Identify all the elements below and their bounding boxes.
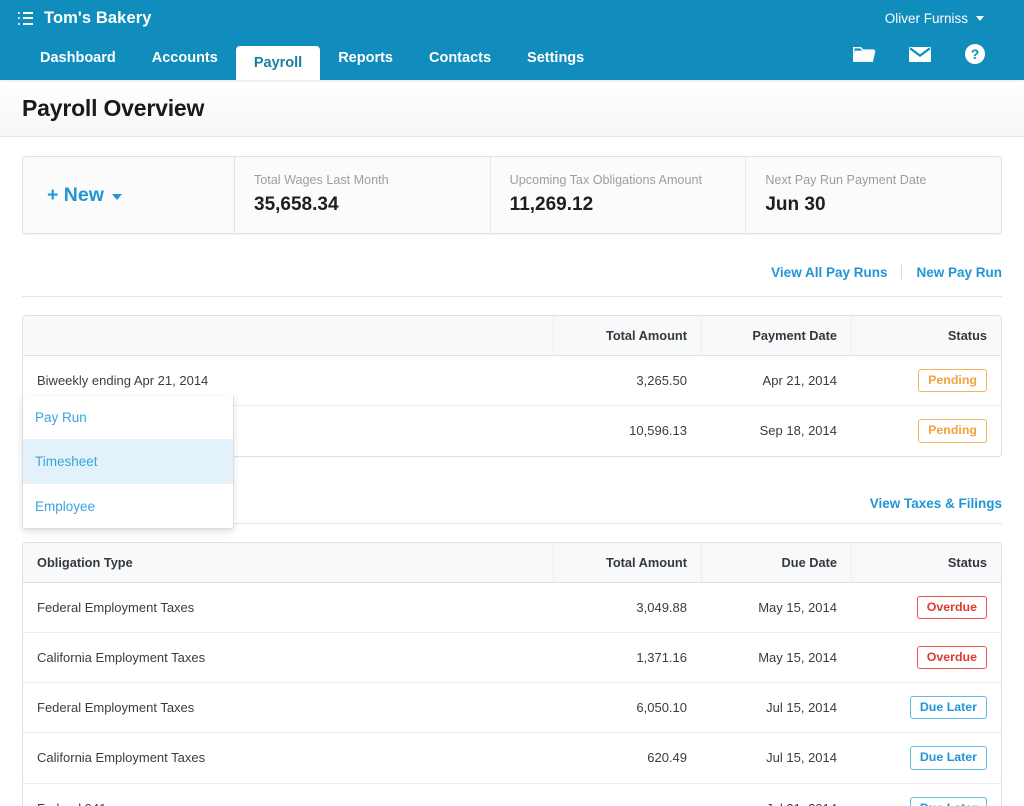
taxes-table: Obligation Type Total Amount Due Date St… (22, 542, 1002, 806)
table-row[interactable]: Federal Employment Taxes 6,050.10 Jul 15… (23, 683, 1001, 733)
cell-amount (553, 784, 701, 806)
cell-amount: 1,371.16 (553, 633, 701, 683)
link-separator (901, 265, 902, 279)
cell-status: Overdue (851, 583, 1001, 633)
status-badge: Overdue (917, 646, 987, 669)
new-button-label: + New (47, 184, 104, 207)
status-badge: Overdue (917, 596, 987, 619)
dropdown-item-timesheet[interactable]: Timesheet (23, 440, 233, 484)
cell-date: May 15, 2014 (701, 583, 851, 633)
pay-runs-links: View All Pay Runs New Pay Run (22, 256, 1002, 288)
cell-date: Jul 31, 2014 (701, 784, 851, 806)
page-title: Payroll Overview (22, 95, 204, 122)
status-badge: Due Later (910, 696, 987, 719)
cell-amount: 6,050.10 (553, 683, 701, 733)
cell-name: Federal Employment Taxes (23, 583, 553, 633)
cell-name: Federal 941 (23, 784, 553, 806)
cell-status: Overdue (851, 633, 1001, 683)
tab-settings[interactable]: Settings (509, 36, 602, 80)
dropdown-item-employee[interactable]: Employee (23, 484, 233, 528)
cell-name: California Employment Taxes (23, 733, 553, 783)
taxes-table-head: Obligation Type Total Amount Due Date St… (23, 543, 1001, 583)
nav-bar: Dashboard Accounts Payroll Reports Conta… (0, 36, 1024, 80)
stat-value: 35,658.34 (254, 194, 490, 216)
col-header-amount[interactable]: Total Amount (553, 543, 701, 583)
tab-dashboard[interactable]: Dashboard (22, 36, 134, 80)
user-menu[interactable]: Oliver Furniss (885, 11, 1006, 26)
cell-status: Due Later (851, 733, 1001, 783)
stat-label: Upcoming Tax Obligations Amount (510, 173, 746, 187)
cell-date: Apr 21, 2014 (701, 356, 851, 406)
new-button-label-group: + New (47, 184, 122, 207)
cell-date: Sep 18, 2014 (701, 406, 851, 455)
brand-name: Tom's Bakery (44, 9, 152, 28)
table-header-row: Total Amount Payment Date Status (23, 316, 1001, 356)
view-taxes-filings-link[interactable]: View Taxes & Filings (870, 496, 1002, 511)
col-header-obligation-type[interactable]: Obligation Type (23, 543, 553, 583)
col-header-amount[interactable]: Total Amount (553, 316, 701, 356)
cell-name: California Employment Taxes (23, 633, 553, 683)
stat-next-pay-run: Next Pay Run Payment Date Jun 30 (746, 157, 1001, 233)
chevron-down-icon (976, 16, 984, 21)
stat-label: Next Pay Run Payment Date (765, 173, 1001, 187)
stat-upcoming-tax: Upcoming Tax Obligations Amount 11,269.1… (491, 157, 747, 233)
tab-reports[interactable]: Reports (320, 36, 411, 80)
table-row[interactable]: Federal Employment Taxes 3,049.88 May 15… (23, 583, 1001, 633)
table-header-row: Obligation Type Total Amount Due Date St… (23, 543, 1001, 583)
table-row[interactable]: California Employment Taxes 1,371.16 May… (23, 633, 1001, 683)
tab-contacts[interactable]: Contacts (411, 36, 509, 80)
cell-amount: 10,596.13 (553, 406, 701, 455)
status-badge: Due Later (910, 746, 987, 769)
cell-status: Pending (851, 356, 1001, 406)
col-header-status[interactable]: Status (851, 543, 1001, 583)
pay-runs-table-head: Total Amount Payment Date Status (23, 316, 1001, 356)
stat-value: Jun 30 (765, 194, 1001, 216)
dropdown-item-pay-run[interactable]: Pay Run (23, 396, 233, 440)
folder-icon[interactable] (852, 44, 876, 64)
chevron-down-icon (112, 194, 122, 200)
mail-icon[interactable] (908, 45, 932, 63)
cell-status: Due Later (851, 784, 1001, 806)
status-badge: Due Later (910, 797, 987, 806)
tab-payroll[interactable]: Payroll (236, 46, 320, 80)
cell-name: Federal Employment Taxes (23, 683, 553, 733)
top-bar: Tom's Bakery Oliver Furniss (0, 0, 1024, 36)
cell-date: May 15, 2014 (701, 633, 851, 683)
taxes-table-body: Federal Employment Taxes 3,049.88 May 15… (23, 583, 1001, 806)
help-icon[interactable]: ? (964, 43, 986, 65)
col-header-status[interactable]: Status (851, 316, 1001, 356)
col-header-date[interactable]: Payment Date (701, 316, 851, 356)
status-badge: Pending (918, 369, 987, 392)
summary-strip: + New Total Wages Last Month 35,658.34 U… (22, 156, 1002, 234)
new-button[interactable]: + New (23, 157, 235, 233)
cell-status: Pending (851, 406, 1001, 455)
cell-date: Jul 15, 2014 (701, 733, 851, 783)
new-pay-run-link[interactable]: New Pay Run (916, 265, 1002, 280)
cell-date: Jul 15, 2014 (701, 683, 851, 733)
pay-runs-divider (22, 296, 1002, 297)
cell-amount: 3,049.88 (553, 583, 701, 633)
user-name: Oliver Furniss (885, 11, 968, 26)
view-all-pay-runs-link[interactable]: View All Pay Runs (771, 265, 887, 280)
stat-value: 11,269.12 (510, 194, 746, 216)
svg-text:?: ? (971, 46, 980, 62)
page-content: + New Total Wages Last Month 35,658.34 U… (0, 156, 1024, 806)
cell-amount: 3,265.50 (553, 356, 701, 406)
list-icon[interactable] (18, 12, 33, 25)
stat-total-wages: Total Wages Last Month 35,658.34 (235, 157, 491, 233)
status-badge: Pending (918, 419, 987, 442)
stat-label: Total Wages Last Month (254, 173, 490, 187)
nav-tabs: Dashboard Accounts Payroll Reports Conta… (22, 36, 602, 80)
nav-icon-group: ? (852, 36, 1006, 80)
col-header-due-date[interactable]: Due Date (701, 543, 851, 583)
cell-status: Due Later (851, 683, 1001, 733)
brand-group: Tom's Bakery (18, 9, 152, 28)
new-dropdown-menu: Pay Run Timesheet Employee (22, 396, 234, 529)
cell-amount: 620.49 (553, 733, 701, 783)
page-title-bar: Payroll Overview (0, 80, 1024, 137)
tab-accounts[interactable]: Accounts (134, 36, 236, 80)
table-row[interactable]: California Employment Taxes 620.49 Jul 1… (23, 733, 1001, 783)
col-header-name[interactable] (23, 316, 553, 356)
table-row[interactable]: Federal 941 Jul 31, 2014 Due Later (23, 784, 1001, 806)
